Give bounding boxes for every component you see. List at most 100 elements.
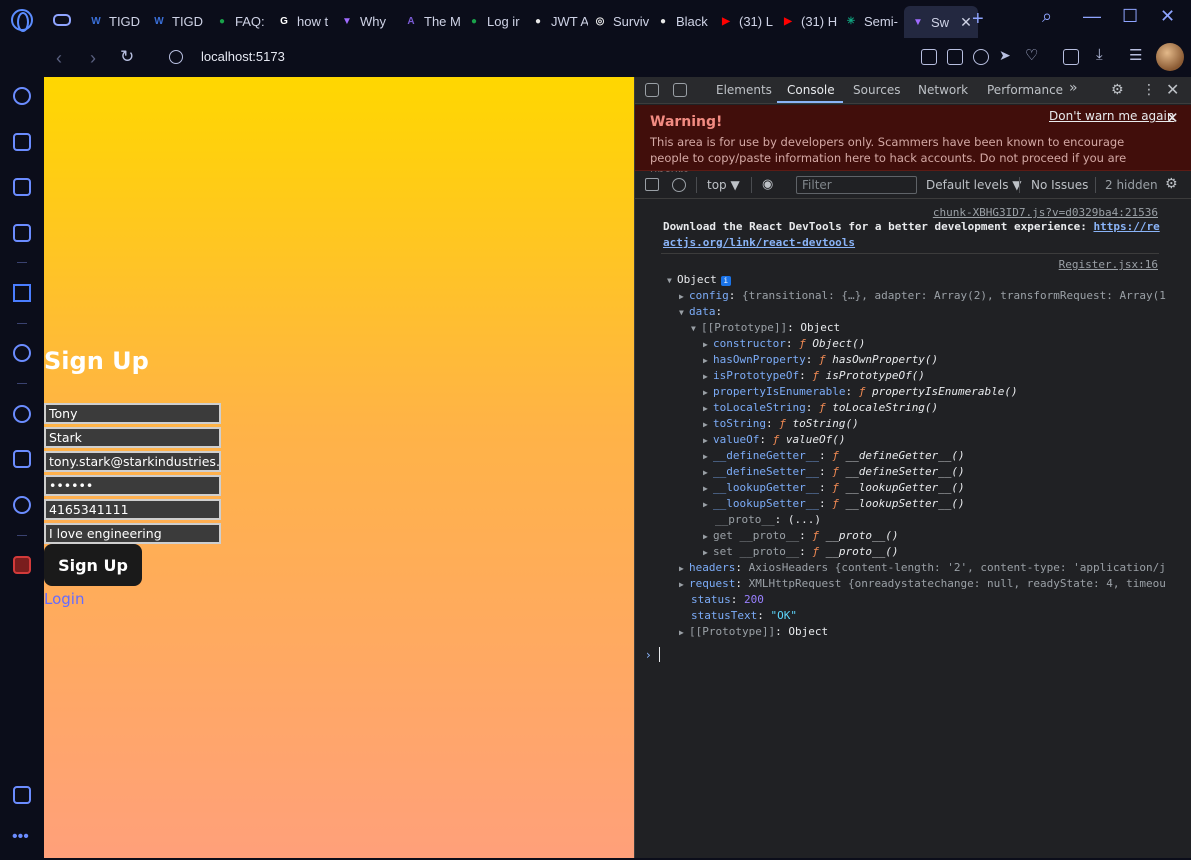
avatar[interactable] <box>1156 43 1184 71</box>
more-tabs-icon[interactable]: » <box>1069 80 1078 96</box>
tab-item[interactable]: W TIGD <box>88 8 146 34</box>
collapse-icon[interactable]: ▶ <box>703 481 713 497</box>
tab-console[interactable]: Console <box>787 83 835 97</box>
tab-item[interactable]: ▶ (31) H <box>780 8 838 34</box>
tab-item[interactable]: ● Log ir <box>466 8 524 34</box>
proto-member-row[interactable]: ▶ __lookupGetter__: ƒ __lookupGetter__() <box>703 480 965 497</box>
proto-member-row[interactable]: ▶ valueOf: ƒ valueOf() <box>703 432 845 449</box>
proto-member-row[interactable]: ▶ constructor: ƒ Object() <box>703 336 865 353</box>
proto-member-row[interactable]: ▶ toLocaleString: ƒ toLocaleString() <box>703 400 938 417</box>
send-icon[interactable]: ➤ <box>999 47 1015 63</box>
history-icon[interactable] <box>13 405 31 423</box>
tab-item[interactable]: W TIGD <box>151 8 209 34</box>
eye-icon[interactable]: ◉ <box>762 177 773 192</box>
opera-logo-icon[interactable] <box>11 9 33 32</box>
device-toolbar-icon[interactable] <box>673 83 687 97</box>
twitch-icon[interactable] <box>13 178 31 196</box>
proto-member-row[interactable]: ▶ isPrototypeOf: ƒ isPrototypeOf() <box>703 368 925 385</box>
dont-warn-link[interactable]: Don't warn me again <box>1049 109 1174 123</box>
clear-console-icon[interactable] <box>672 178 686 192</box>
extensions-icon[interactable] <box>13 133 31 151</box>
reload-icon[interactable]: ↻ <box>120 47 134 67</box>
tab-item[interactable]: ● Black <box>655 8 713 34</box>
issues-badge[interactable]: No Issues <box>1031 178 1088 192</box>
prop-prototype-2[interactable]: ▶ [[Prototype]]: Object <box>679 624 828 641</box>
login-link[interactable]: Login <box>44 590 84 608</box>
prop-set-proto[interactable]: ▶ set __proto__: ƒ __proto__() <box>703 544 898 561</box>
proto-member-row[interactable]: ▶ toString: ƒ toString() <box>703 416 859 433</box>
heart-icon[interactable]: ♡ <box>1025 46 1041 64</box>
more-icon[interactable]: ••• <box>12 828 29 846</box>
password-field[interactable]: •••••• <box>44 475 221 496</box>
proto-member-row[interactable]: ▶ __defineGetter__: ƒ __defineGetter__() <box>703 448 965 465</box>
first-name-field[interactable]: Tony <box>44 403 221 424</box>
email-field[interactable]: tony.stark@starkindustries.ca <box>44 451 221 472</box>
close-window-icon[interactable]: ✕ <box>1160 6 1175 27</box>
collapse-icon[interactable]: ▶ <box>703 337 713 353</box>
devtools-menu-icon[interactable]: ⋮ <box>1142 82 1156 98</box>
new-tab-button[interactable]: + <box>972 8 984 31</box>
tab-network[interactable]: Network <box>918 83 968 97</box>
site-info-icon[interactable] <box>169 50 183 64</box>
object-root[interactable]: ▼ Object i <box>667 272 731 289</box>
tab-sources[interactable]: Sources <box>853 83 900 97</box>
block-ads-icon[interactable] <box>973 49 989 65</box>
source-link[interactable]: chunk-XBHG3ID7.js?v=d0329ba4:21536 <box>933 206 1158 219</box>
chip-icon[interactable] <box>13 224 31 242</box>
proto-member-row[interactable]: ▶ __lookupSetter__: ƒ __lookupSetter__() <box>703 496 965 513</box>
prop-get-proto[interactable]: ▶ get __proto__: ƒ __proto__() <box>703 528 898 545</box>
collapse-icon[interactable]: ▶ <box>679 577 689 593</box>
collapse-icon[interactable]: ▶ <box>703 417 713 433</box>
log-levels-select[interactable]: Default levels ▼ <box>926 178 1022 192</box>
sidebar-toggle-icon[interactable] <box>645 178 659 191</box>
collapse-icon[interactable]: ▶ <box>703 353 713 369</box>
download-icon[interactable]: ⤓ <box>1096 46 1112 63</box>
prop-request[interactable]: ▶ request: XMLHttpRequest {onreadystatech… <box>679 576 1166 593</box>
tab-item[interactable]: A The M <box>403 8 461 34</box>
tab-item[interactable]: ✳ Semi- <box>843 8 901 34</box>
context-select[interactable]: top ▼ <box>707 178 740 192</box>
speed-dial-icon[interactable] <box>13 87 31 105</box>
player-icon[interactable] <box>13 344 31 362</box>
expand-icon[interactable]: ▼ <box>679 305 689 321</box>
proto-member-row[interactable]: ▶ propertyIsEnumerable: ƒ propertyIsEnume… <box>703 384 1018 401</box>
prop-headers[interactable]: ▶ headers: AxiosHeaders {content-length: … <box>679 560 1166 577</box>
tab-performance[interactable]: Performance <box>987 83 1063 97</box>
collapse-icon[interactable]: ▶ <box>703 545 713 561</box>
url-field[interactable]: localhost:5173 <box>201 49 285 64</box>
tab-item[interactable]: ▼ Why <box>339 8 397 34</box>
prop-config[interactable]: ▶ config: {transitional: {…}, adapter: Ar… <box>679 288 1166 305</box>
inspect-icon[interactable] <box>645 83 659 97</box>
tab-active[interactable]: ▼ Sw ✕ <box>904 6 978 38</box>
proto-member-row[interactable]: ▶ __defineSetter__: ƒ __defineSetter__() <box>703 464 965 481</box>
expand-icon[interactable]: ▼ <box>667 273 677 289</box>
last-name-field[interactable]: Stark <box>44 427 221 448</box>
tab-elements[interactable]: Elements <box>716 83 772 97</box>
warning-close-icon[interactable]: ✕ <box>1166 109 1179 127</box>
bio-field[interactable]: I love engineering <box>44 523 221 544</box>
prop-data[interactable]: ▼ data: <box>679 304 722 321</box>
maximize-icon[interactable]: ☐ <box>1122 6 1138 27</box>
settings-icon[interactable] <box>13 496 31 514</box>
camera-icon[interactable] <box>947 49 963 65</box>
tab-close-icon[interactable]: ✕ <box>960 14 972 31</box>
phone-field[interactable]: 4165341111 <box>44 499 221 520</box>
easy-setup-icon[interactable]: ☰ <box>1129 46 1145 64</box>
tab-item[interactable]: ◎ Surviv <box>592 8 650 34</box>
collapse-icon[interactable]: ▶ <box>703 449 713 465</box>
devtools-link[interactable]: https://re <box>1093 220 1159 233</box>
source-link[interactable]: Register.jsx:16 <box>1059 258 1158 271</box>
collapse-icon[interactable]: ▶ <box>679 289 689 305</box>
ublock-icon[interactable] <box>13 556 31 574</box>
aria-icon[interactable] <box>13 284 31 302</box>
minimize-icon[interactable]: — <box>1083 6 1101 27</box>
search-icon[interactable]: ⌕ <box>1042 6 1052 27</box>
collapse-icon[interactable]: ▶ <box>703 433 713 449</box>
edit-icon[interactable] <box>921 49 937 65</box>
devtools-link-cont[interactable]: actjs.org/link/react-devtools <box>663 236 855 249</box>
tab-item[interactable]: ▶ (31) L <box>718 8 776 34</box>
collapse-icon[interactable]: ▶ <box>703 529 713 545</box>
collapse-icon[interactable]: ▶ <box>703 369 713 385</box>
tab-item[interactable]: Ghow t <box>276 8 334 34</box>
devtools-close-icon[interactable]: ✕ <box>1166 80 1179 99</box>
